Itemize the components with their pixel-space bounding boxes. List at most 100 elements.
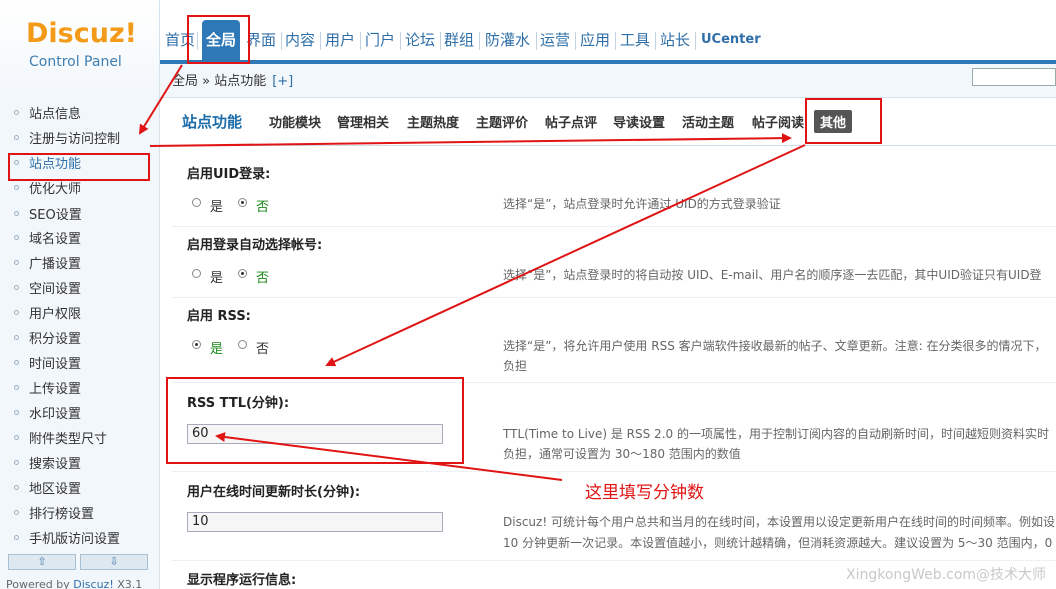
breadcrumb: 全局 » 站点功能 [+] [172,70,293,89]
scroll-up-button[interactable]: ⇧ [8,554,76,570]
tab-comments[interactable]: 帖子点评 [545,112,597,131]
sidebar-item-ranking[interactable]: 排行榜设置 [14,506,94,524]
breadcrumb-add-button[interactable]: [+] [272,74,293,89]
powered-link[interactable]: Discuz! [73,578,113,589]
radio-yes[interactable] [192,340,201,349]
rss-desc-line2: 负担 [503,359,528,373]
nav-content[interactable]: 内容 [285,28,315,52]
sidebar-item-label: SEO设置 [29,208,82,223]
sidebar-item-watermark[interactable]: 水印设置 [14,406,81,424]
bullet-icon [14,485,19,490]
bullet-icon [14,185,19,190]
sidebar-item-seo[interactable]: SEO设置 [14,207,82,225]
highlight-box-other-tab [805,98,882,144]
sidebar-item-label: 空间设置 [29,282,82,297]
bullet-icon [14,135,19,140]
sidebar-item-label: 广播设置 [29,257,82,272]
sidebar-item-time[interactable]: 时间设置 [14,356,81,374]
nav-webmaster[interactable]: 站长 [660,28,690,52]
sidebar-item-permissions[interactable]: 用户权限 [14,306,81,324]
tab-heat[interactable]: 主题热度 [407,112,459,131]
auto-account-desc: 选择“是”，站点登录时的将自动按 UID、E-mail、用户名的顺序逐一去匹配，… [503,268,1042,282]
sidebar-item-broadcast[interactable]: 广播设置 [14,256,81,274]
sidebar-item-region[interactable]: 地区设置 [14,481,81,499]
radio-no[interactable] [238,340,247,349]
highlight-box-site-features [8,153,150,181]
nav-separator [400,32,401,50]
nav-separator [440,32,441,50]
bullet-icon [14,110,19,115]
nav-separator [320,32,321,50]
breadcrumb-path: 全局 » 站点功能 [172,74,267,89]
sidebar-item-label: 站点信息 [29,107,82,122]
radio-no-label: 否 [256,342,270,357]
arrow-tab-to-rss [325,144,806,367]
radio-no[interactable] [238,269,247,278]
highlight-box-rss-ttl [166,377,464,464]
online-update-input[interactable]: 10 [187,512,443,532]
nav-interface[interactable]: 界面 [246,28,276,52]
logo[interactable]: Discuz! Control Panel [0,0,160,98]
nav-ucenter[interactable]: UCenter [701,28,761,52]
radio-yes-label: 是 [210,200,224,215]
nav-separator [281,32,282,50]
tab-guide[interactable]: 导读设置 [613,112,665,131]
nav-separator [695,32,696,50]
nav-antispam[interactable]: 防灌水 [485,28,530,52]
powered-by: Powered by Discuz! X3.1 [6,578,142,589]
nav-separator [536,32,537,50]
tab-management[interactable]: 管理相关 [337,112,389,131]
online-update-desc-line1: Discuz! 可统计每个用户总共和当月的在线时间，本设置用以设定更新用户在线时… [503,515,1055,529]
bullet-icon [14,235,19,240]
sidebar-item-label: 用户权限 [29,307,82,322]
sidebar-item-upload[interactable]: 上传设置 [14,381,81,399]
sidebar-item-search[interactable]: 搜索设置 [14,456,81,474]
radio-yes[interactable] [192,269,201,278]
tab-modules[interactable]: 功能模块 [269,112,321,131]
logo-brand: Discuz! [26,18,137,49]
sidebar-item-domain[interactable]: 域名设置 [14,231,81,249]
radio-yes-label: 是 [210,271,224,286]
sidebar-item-site-info[interactable]: 站点信息 [14,106,81,124]
sidebar-item-label: 地区设置 [29,482,82,497]
tab-reading[interactable]: 帖子阅读 [752,112,804,131]
bullet-icon [14,435,19,440]
nav-operations[interactable]: 运营 [540,28,570,52]
bullet-icon [14,211,19,216]
sidebar-item-label: 上传设置 [29,382,82,397]
radio-no-label: 否 [256,200,270,215]
nav-tools[interactable]: 工具 [620,28,650,52]
radio-no-label: 否 [256,271,270,286]
sub-tab-bar: 站点功能 功能模块 管理相关 主题热度 主题评价 帖子点评 导读设置 活动主题 … [160,98,1056,146]
sidebar-item-attachment-types[interactable]: 附件类型尺寸 [14,431,107,449]
bullet-icon [14,335,19,340]
bullet-icon [14,460,19,465]
nav-users[interactable]: 用户 [325,28,355,52]
nav-apps[interactable]: 应用 [580,28,610,52]
online-update-desc-line2: 10 分钟更新一次记录。本设置值越小，则统计越精确，但消耗资源越大。建议设置为 … [503,536,1053,550]
nav-portal[interactable]: 门户 [365,28,395,52]
bullet-icon [14,535,19,540]
rss-ttl-desc-line1: TTL(Time to Live) 是 RSS 2.0 的一项属性，用于控制订阅… [503,427,1049,441]
sidebar-item-mobile[interactable]: 手机版访问设置 [14,531,120,549]
divider [172,226,1056,227]
sidebar-item-space[interactable]: 空间设置 [14,281,81,299]
logo-subtitle: Control Panel [29,54,122,70]
bullet-icon [14,385,19,390]
radio-no[interactable] [238,198,247,207]
sidebar-item-label: 积分设置 [29,332,82,347]
nav-groups[interactable]: 群组 [444,28,474,52]
tab-rating[interactable]: 主题评价 [476,112,528,131]
sidebar-item-credits[interactable]: 积分设置 [14,331,81,349]
auto-account-label: 启用登录自动选择帐号: [187,238,323,253]
nav-separator [360,32,361,50]
rss-label: 启用 RSS: [187,309,251,324]
nav-forum[interactable]: 论坛 [405,28,435,52]
sidebar-item-register-access[interactable]: 注册与访问控制 [14,131,120,149]
scroll-down-button[interactable]: ⇩ [80,554,148,570]
section-title: 站点功能 [182,113,243,131]
sidebar-item-optimizer[interactable]: 优化大师 [14,181,81,199]
tab-activity[interactable]: 活动主题 [682,112,734,131]
radio-yes[interactable] [192,198,201,207]
search-input[interactable] [972,68,1056,86]
